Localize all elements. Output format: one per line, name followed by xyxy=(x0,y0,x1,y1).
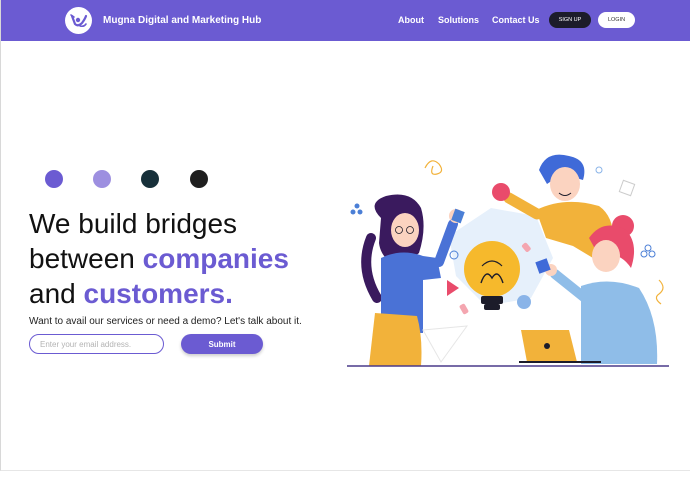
ball-icon xyxy=(492,183,510,201)
page: Mugna Digital and Marketing Hub About So… xyxy=(0,0,690,471)
sign-up-button[interactable]: SIGN UP xyxy=(549,12,591,28)
hero-headline: We build bridges between companies and c… xyxy=(29,206,289,311)
bird-logo-icon[interactable] xyxy=(65,7,92,34)
dot-decoration xyxy=(350,209,356,215)
headline-line-3-prefix: and xyxy=(29,278,84,309)
nav-link-contact-us[interactable]: Contact Us xyxy=(492,15,540,25)
dot-decoration xyxy=(354,203,360,209)
color-swatch-black xyxy=(190,170,208,188)
squiggle-decoration xyxy=(655,279,664,305)
team-brainstorm-illustration xyxy=(347,154,669,367)
woman-right-face xyxy=(592,240,620,272)
login-button[interactable]: LOGIN xyxy=(598,12,635,28)
dot-decoration xyxy=(648,250,656,258)
nav-link-about[interactable]: About xyxy=(398,15,424,25)
triangle-decoration xyxy=(422,325,469,363)
headline-accent-customers: customers. xyxy=(83,278,233,309)
headline-line-3: and customers. xyxy=(29,276,289,311)
sign-up-label: SIGN UP xyxy=(558,17,582,23)
brand-name[interactable]: Mugna Digital and Marketing Hub xyxy=(103,15,261,26)
color-swatch-lavender xyxy=(93,170,111,188)
headline-line-1: We build bridges xyxy=(29,208,238,239)
navbar: Mugna Digital and Marketing Hub About So… xyxy=(1,0,690,41)
nav-link-solutions[interactable]: Solutions xyxy=(438,15,479,25)
hero-subtext: Want to avail our services or need a dem… xyxy=(29,316,302,327)
square-decoration xyxy=(618,179,636,197)
squiggle-decoration xyxy=(424,160,443,175)
play-icon xyxy=(447,280,459,296)
headline-line-2-prefix: between xyxy=(29,243,143,274)
submit-label: Submit xyxy=(208,339,236,349)
submit-button[interactable]: Submit xyxy=(181,334,263,354)
headline-line-2: between companies xyxy=(29,241,289,276)
woman-left-pants xyxy=(369,313,422,366)
light-bulb-icon xyxy=(464,241,520,297)
confetti-decoration xyxy=(459,303,469,315)
dot-decoration xyxy=(644,244,652,252)
dot-decoration xyxy=(517,295,531,309)
headline-accent-companies: companies xyxy=(142,243,289,274)
color-swatch-purple xyxy=(45,170,63,188)
login-label: LOGIN xyxy=(607,17,626,23)
woman-right-shirt xyxy=(581,281,658,364)
dot-decoration xyxy=(357,209,363,215)
dot-decoration xyxy=(640,250,648,258)
email-input[interactable] xyxy=(29,334,164,354)
dot-decoration xyxy=(595,166,603,174)
color-swatch-dark-teal xyxy=(141,170,159,188)
